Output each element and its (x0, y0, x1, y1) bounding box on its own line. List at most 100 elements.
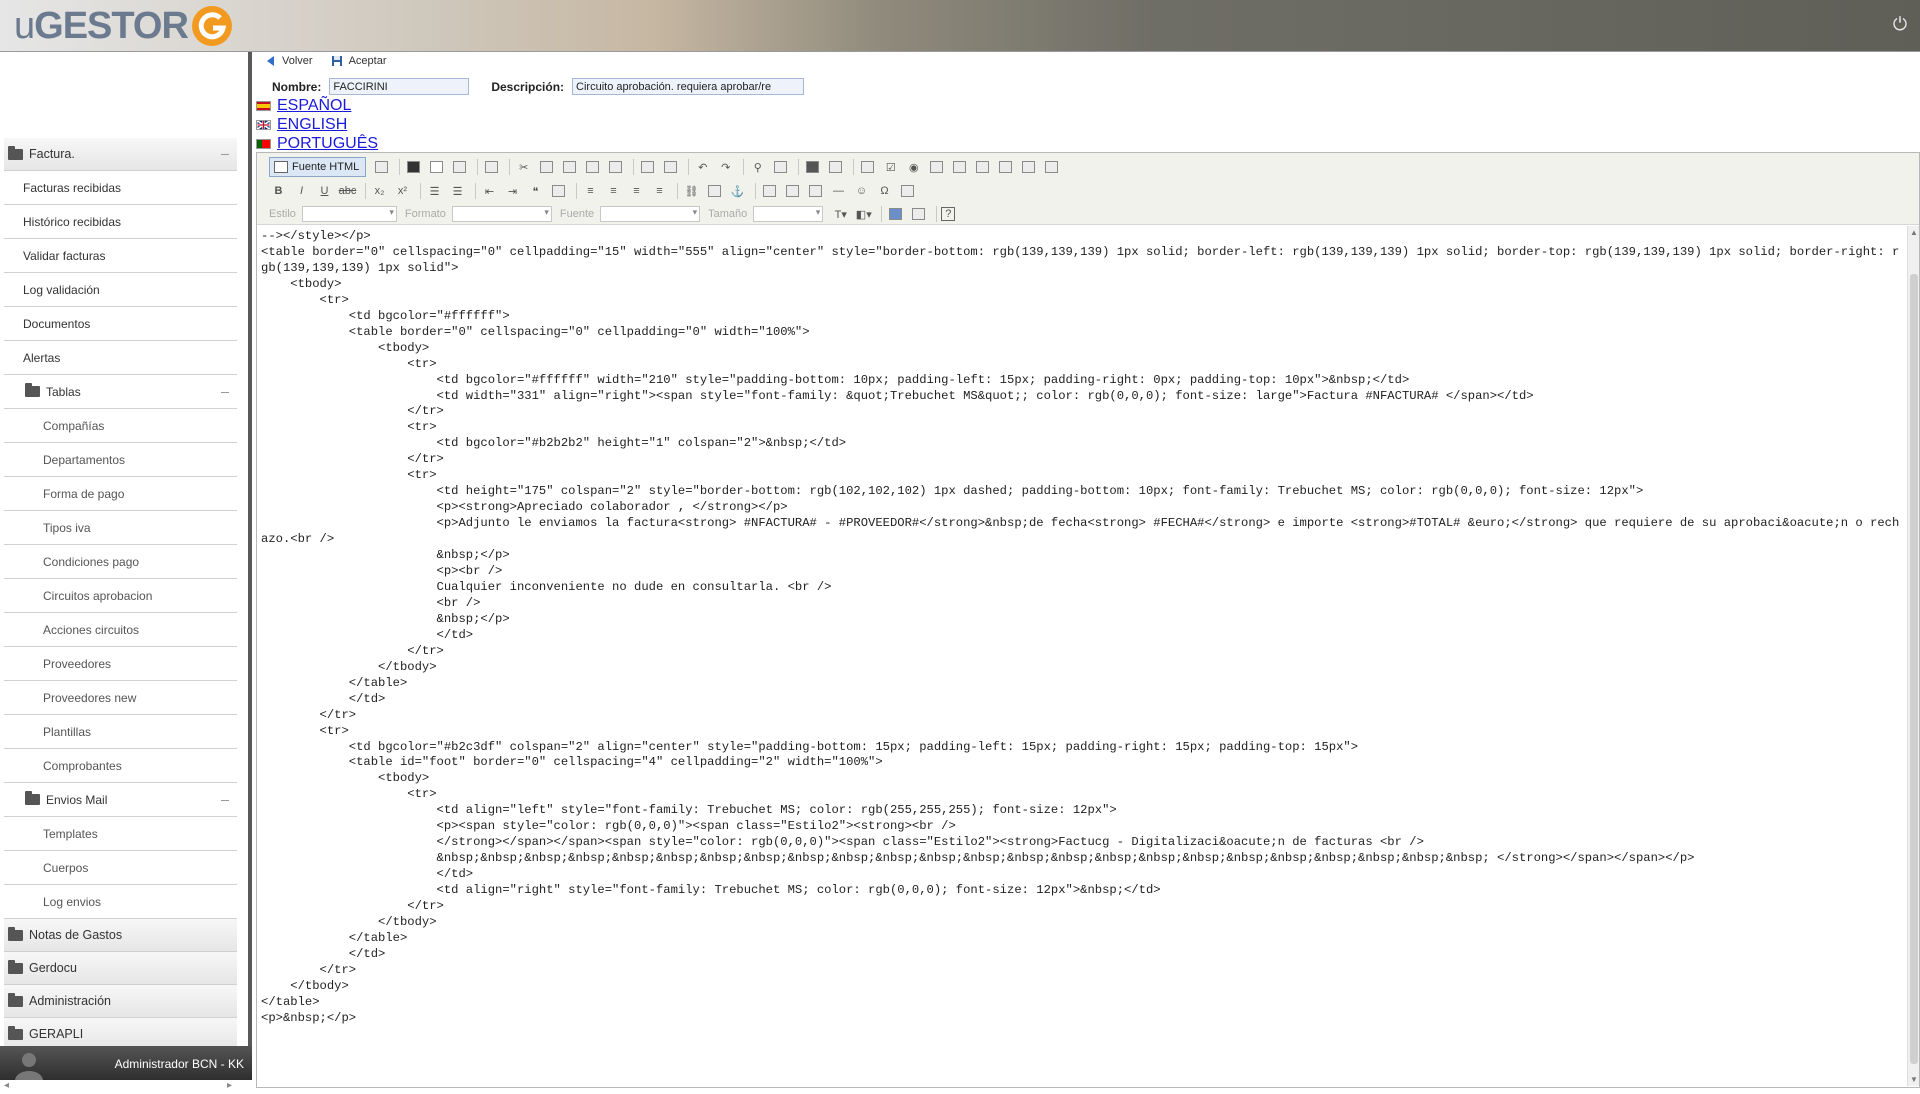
font-select[interactable] (600, 206, 701, 222)
spellcheck-icon[interactable] (661, 158, 680, 176)
form-icon[interactable] (858, 158, 877, 176)
select-all-icon[interactable] (803, 158, 822, 176)
sidebar-item[interactable]: Facturas recibidas (4, 171, 237, 205)
remove-format-icon[interactable] (826, 158, 845, 176)
scroll-thumb[interactable] (1910, 274, 1918, 1064)
language-item[interactable]: PORTUGUÊS (256, 134, 378, 153)
sidebar-item[interactable]: Documentos (4, 307, 237, 341)
sidebar-item[interactable]: Validar facturas (4, 239, 237, 273)
sidebar-item[interactable]: Histórico recibidas (4, 205, 237, 239)
image-button-icon[interactable] (1019, 158, 1038, 176)
print-preview-icon[interactable] (450, 158, 469, 176)
paste-icon[interactable] (560, 158, 579, 176)
select-field-icon[interactable] (973, 158, 992, 176)
bg-color-icon[interactable]: ◧▾ (854, 205, 873, 223)
redo-icon[interactable]: ↷ (716, 158, 735, 176)
find-icon[interactable]: ⚲ (748, 158, 767, 176)
language-link-en[interactable]: ENGLISH (277, 116, 347, 134)
collapse-icon[interactable] (221, 799, 229, 801)
sidebar-item[interactable]: Compañías (4, 409, 237, 443)
save-doc-icon[interactable] (404, 158, 423, 176)
sidebar-item[interactable]: Envios Mail (4, 783, 237, 817)
bold-icon[interactable]: B (269, 182, 288, 200)
superscript-icon[interactable]: x² (393, 182, 412, 200)
copy-icon[interactable] (537, 158, 556, 176)
paste-word-icon[interactable] (606, 158, 625, 176)
sidebar-item[interactable]: Log validación (4, 273, 237, 307)
radio-icon[interactable]: ◉ (904, 158, 923, 176)
sidebar-item[interactable]: Circuitos aprobacion (4, 579, 237, 613)
text-color-icon[interactable]: T▾ (831, 205, 850, 223)
sidebar-item[interactable]: Gerdocu (4, 952, 237, 985)
strike-icon[interactable]: abc (338, 182, 357, 200)
sidebar-item[interactable]: Proveedores new (4, 681, 237, 715)
editor-vscroll[interactable]: ▲ ▼ (1907, 226, 1919, 1086)
page-break-icon[interactable] (898, 182, 917, 200)
size-combo[interactable]: Tamaño (708, 206, 824, 222)
subscript-icon[interactable]: x₂ (370, 182, 389, 200)
justify-icon[interactable]: ≡ (650, 182, 669, 200)
sidebar-item[interactable]: Factura. (4, 138, 237, 171)
sidebar-item[interactable]: Condiciones pago (4, 545, 237, 579)
font-combo[interactable]: Fuente (560, 206, 701, 222)
link-icon[interactable]: ⛓ (682, 182, 701, 200)
source-html-button[interactable]: Fuente HTML (269, 157, 367, 177)
div-icon[interactable] (549, 182, 568, 200)
sidebar-item[interactable]: Tipos iva (4, 511, 237, 545)
language-link-es[interactable]: ESPAÑOL (277, 97, 351, 115)
blockquote-icon[interactable]: ❝ (526, 182, 545, 200)
button-field-icon[interactable] (996, 158, 1015, 176)
sidebar-item[interactable]: Forma de pago (4, 477, 237, 511)
sidebar-item[interactable]: Plantillas (4, 715, 237, 749)
style-select[interactable] (301, 206, 397, 222)
anchor-icon[interactable]: ⚓ (728, 182, 747, 200)
preview-icon[interactable] (372, 158, 391, 176)
collapse-icon[interactable] (221, 154, 229, 155)
horizontal-rule-icon[interactable]: ― (829, 182, 848, 200)
align-center-icon[interactable]: ≡ (604, 182, 623, 200)
sidebar-item[interactable]: Notas de Gastos (4, 919, 237, 952)
flash-icon[interactable] (783, 182, 802, 200)
language-item[interactable]: ENGLISH (256, 115, 378, 134)
print-icon[interactable] (638, 158, 657, 176)
sidebar-item[interactable]: Departamentos (4, 443, 237, 477)
hidden-field-icon[interactable] (1042, 158, 1061, 176)
about-icon[interactable]: ? (941, 207, 956, 221)
scroll-left-icon[interactable]: ◂ (4, 1080, 9, 1091)
replace-icon[interactable] (771, 158, 790, 176)
sidebar-item[interactable]: Tablas (4, 375, 237, 409)
style-combo[interactable]: Estilo (269, 206, 397, 222)
sidebar-item[interactable]: Acciones circuitos (4, 613, 237, 647)
scroll-right-icon[interactable]: ▸ (227, 1080, 232, 1091)
sidebar-hscroll[interactable]: ◂ ▸ (4, 1080, 232, 1094)
paste-text-icon[interactable] (583, 158, 602, 176)
power-icon[interactable]: ⏻ (1890, 14, 1910, 34)
new-page-icon[interactable] (427, 158, 446, 176)
templates-icon[interactable] (482, 158, 501, 176)
textfield-icon[interactable] (927, 158, 946, 176)
underline-icon[interactable]: U (315, 182, 334, 200)
textarea-icon[interactable] (950, 158, 969, 176)
cut-icon[interactable]: ✂ (514, 158, 533, 176)
outdent-icon[interactable]: ⇤ (480, 182, 499, 200)
language-item[interactable]: ESPAÑOL (256, 96, 378, 115)
special-char-icon[interactable]: Ω (875, 182, 894, 200)
undo-icon[interactable]: ↶ (693, 158, 712, 176)
language-link-pt[interactable]: PORTUGUÊS (277, 135, 378, 153)
size-select[interactable] (753, 206, 824, 222)
image-icon[interactable] (760, 182, 779, 200)
numbered-list-icon[interactable]: ☰ (425, 182, 444, 200)
description-field[interactable] (572, 78, 805, 95)
smiley-icon[interactable]: ☺ (852, 182, 871, 200)
sidebar-item[interactable]: Proveedores (4, 647, 237, 681)
sidebar-item[interactable]: Alertas (4, 341, 237, 375)
sidebar-item[interactable]: Cuerpos (4, 851, 237, 885)
scroll-up-icon[interactable]: ▲ (1910, 228, 1918, 237)
sidebar-item[interactable]: Administración (4, 985, 237, 1018)
unlink-icon[interactable] (705, 182, 724, 200)
table-icon[interactable] (806, 182, 825, 200)
align-left-icon[interactable]: ≡ (581, 182, 600, 200)
accept-button[interactable]: Aceptar (331, 52, 387, 70)
indent-icon[interactable]: ⇥ (503, 182, 522, 200)
html-source-textarea[interactable]: --></style></p> <table border="0" cellsp… (261, 229, 1901, 1085)
